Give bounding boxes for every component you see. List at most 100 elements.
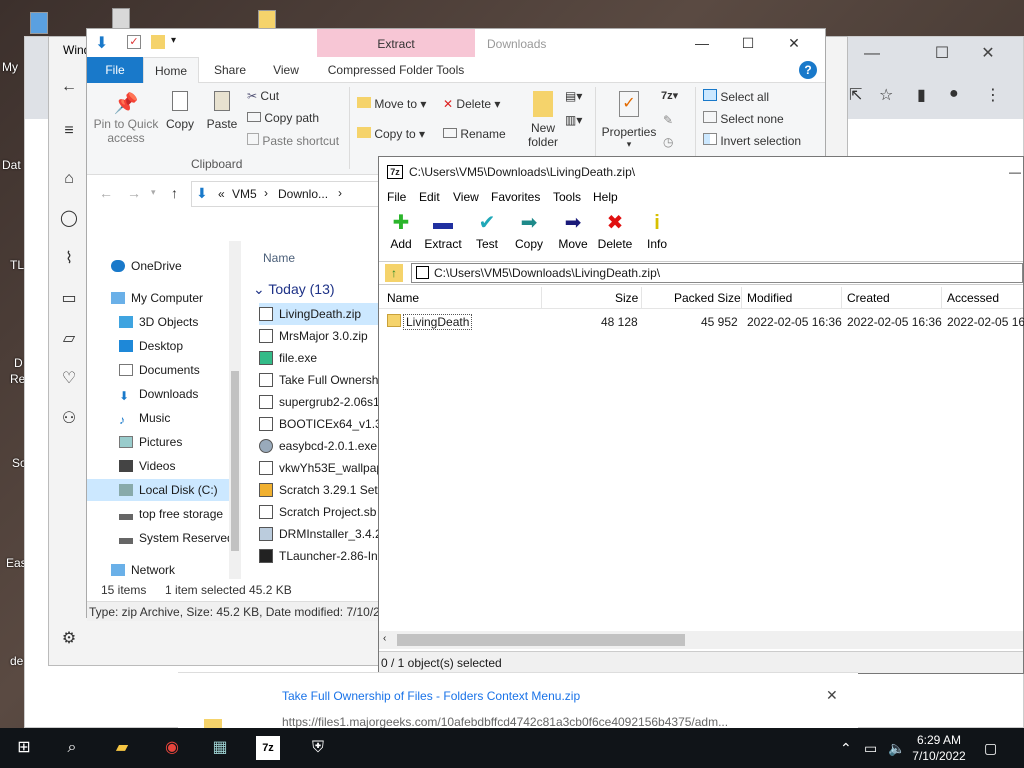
properties-button[interactable]: ✓ Properties ▾ — [601, 91, 657, 150]
desktop-recycle-icon[interactable] — [30, 12, 48, 34]
help-icon[interactable]: ? — [799, 61, 817, 79]
back-arrow-icon[interactable]: ← — [57, 75, 81, 99]
nav-downloads[interactable]: ⬇ Downloads — [119, 383, 198, 405]
zip-menu-edit[interactable]: Edit — [419, 190, 440, 204]
browser-maximize-icon[interactable]: ☐ — [919, 41, 965, 67]
zip-horizontal-scrollbar[interactable]: ‹ — [379, 631, 1023, 649]
nav-videos[interactable]: Videos — [119, 455, 175, 477]
network-icon[interactable]: ⌇ — [57, 247, 81, 271]
new-item-icon[interactable]: ▤▾ — [565, 89, 582, 103]
start-windows-icon[interactable]: ⊞ — [12, 736, 36, 760]
pin-to-quick-access-button[interactable]: 📌 Pin to Quick access — [93, 91, 159, 145]
zip-add-button[interactable]: ✚ Add — [379, 211, 423, 251]
zip-up-folder-icon[interactable]: ↑ — [385, 264, 403, 282]
file-row[interactable]: LivingDeath.zip — [259, 303, 379, 325]
zip-col-accessed[interactable]: Accessed — [947, 291, 999, 305]
select-none-button[interactable]: Select none — [703, 111, 784, 126]
delete-button[interactable]: ✕ Delete ▾ — [443, 97, 500, 111]
rename-button[interactable]: Rename — [443, 127, 506, 141]
share-icon[interactable]: ⇱ — [849, 85, 862, 105]
laptop-icon[interactable]: ▱ — [57, 327, 81, 351]
network-tray-icon[interactable]: ▭ — [864, 740, 877, 757]
file-explorer-icon[interactable]: ▰ — [110, 736, 134, 760]
browser-minimize-icon[interactable]: — — [849, 41, 895, 67]
download-close-icon[interactable]: ✕ — [826, 687, 838, 704]
zip-scroll-thumb[interactable] — [397, 634, 685, 646]
select-all-button[interactable]: Select all — [703, 89, 769, 104]
notifications-icon[interactable]: ▢ — [984, 740, 997, 757]
zip-col-created[interactable]: Created — [847, 291, 890, 305]
zip-minimize-icon[interactable]: — — [1009, 157, 1021, 187]
tab-home[interactable]: Home — [143, 57, 199, 84]
settings-gear-icon[interactable]: ⚙ — [57, 627, 81, 651]
scroll-left-icon[interactable]: ‹ — [383, 633, 386, 644]
new-folder-icon[interactable] — [151, 35, 165, 49]
zip-col-modified[interactable]: Modified — [747, 291, 792, 305]
nav-pictures[interactable]: Pictures — [119, 431, 182, 453]
nav-scroll-thumb[interactable] — [231, 371, 239, 551]
nav-network[interactable]: Network — [111, 559, 175, 581]
new-folder-button[interactable]: New folder — [521, 91, 565, 149]
paste-shortcut-button[interactable]: Paste shortcut — [247, 133, 339, 148]
tab-share[interactable]: Share — [203, 57, 257, 83]
sidepanel-icon[interactable]: ▮ — [917, 85, 926, 105]
column-divider[interactable] — [941, 287, 942, 309]
zip-extract-button[interactable]: ▬ Extract — [421, 211, 465, 251]
hamburger-menu-icon[interactable]: ≡ — [57, 119, 81, 143]
qa-dropdown-icon[interactable]: ▾ — [171, 35, 176, 46]
breadcrumb-vm5[interactable]: VM5 — [232, 187, 257, 201]
column-divider[interactable] — [641, 287, 642, 309]
cut-button[interactable]: ✂ Cut — [247, 89, 279, 103]
zip-info-button[interactable]: i Info — [635, 211, 679, 251]
nav-onedrive[interactable]: OneDrive — [111, 255, 182, 277]
copy-button[interactable]: Copy — [163, 91, 197, 131]
nav-documents[interactable]: Documents — [119, 359, 200, 381]
desktop-file-icon[interactable] — [112, 8, 130, 30]
copy-path-button[interactable]: Copy path — [247, 111, 319, 125]
tab-compressed-folder-tools[interactable]: Compressed Folder Tools — [317, 57, 475, 83]
up-icon[interactable]: ↑ — [171, 185, 178, 201]
zip-table-row[interactable]: LivingDeath 48 128 45 952 2022-02-05 16:… — [379, 311, 1024, 333]
profile-icon[interactable]: ● — [949, 85, 959, 103]
forward-icon[interactable]: → — [127, 185, 141, 201]
copy-to-button[interactable]: Copy to ▾ — [357, 127, 425, 141]
down-arrow-icon[interactable]: ⬇ — [95, 33, 108, 53]
move-to-button[interactable]: Move to ▾ — [357, 97, 426, 111]
download-title-link[interactable]: Take Full Ownership of Files - Folders C… — [282, 689, 580, 703]
zip-delete-button[interactable]: ✖ Delete — [593, 211, 637, 251]
zip-col-name[interactable]: Name — [387, 291, 419, 305]
control-panel-icon[interactable]: ▦ — [208, 736, 232, 760]
seven-zip-taskbar-icon[interactable]: 7z — [256, 736, 280, 760]
bookmark-star-icon[interactable]: ☆ — [879, 85, 893, 105]
security-shield-icon[interactable]: ⛨ — [306, 736, 330, 760]
zip-menu-view[interactable]: View — [453, 190, 479, 204]
maximize-icon[interactable]: ☐ — [725, 31, 771, 55]
invert-selection-button[interactable]: Invert selection — [703, 133, 801, 148]
breadcrumb-overflow[interactable]: « — [218, 187, 225, 201]
zip-menu-help[interactable]: Help — [593, 190, 618, 204]
zip-copy-button[interactable]: ➡ Copy — [507, 211, 551, 251]
tab-file[interactable]: File — [87, 57, 143, 83]
family-icon[interactable]: ⚇ — [57, 407, 81, 431]
nav-3d-objects[interactable]: 3D Objects — [119, 311, 198, 333]
nav-desktop[interactable]: Desktop — [119, 335, 183, 357]
column-divider[interactable] — [741, 287, 742, 309]
paste-button[interactable]: Paste — [205, 91, 239, 131]
health-icon[interactable]: ♡ — [57, 367, 81, 391]
tray-chevron-icon[interactable]: ⌃ — [840, 740, 852, 757]
clock[interactable]: 6:29 AM 7/10/2022 — [904, 732, 974, 764]
nav-music[interactable]: ♪ Music — [119, 407, 170, 429]
account-icon[interactable]: ◯ — [57, 207, 81, 231]
nav-top-free-storage[interactable]: top free storage — [119, 503, 223, 525]
zip-path-input[interactable]: C:\Users\VM5\Downloads\LivingDeath.zip\ — [411, 263, 1023, 283]
minimize-icon[interactable]: — — [679, 31, 725, 55]
volume-icon[interactable]: 🔈 — [888, 740, 905, 757]
column-divider[interactable] — [541, 287, 542, 309]
nav-my-computer[interactable]: My Computer — [111, 287, 203, 309]
nav-system-reserved[interactable]: System Reserved — [119, 527, 234, 549]
tab-view[interactable]: View — [259, 57, 313, 83]
history-icon[interactable]: ◷ — [663, 135, 673, 149]
search-icon[interactable]: ⌕ — [60, 736, 84, 760]
zip-menu-favorites[interactable]: Favorites — [491, 190, 540, 204]
zip-menu-file[interactable]: File — [387, 190, 406, 204]
